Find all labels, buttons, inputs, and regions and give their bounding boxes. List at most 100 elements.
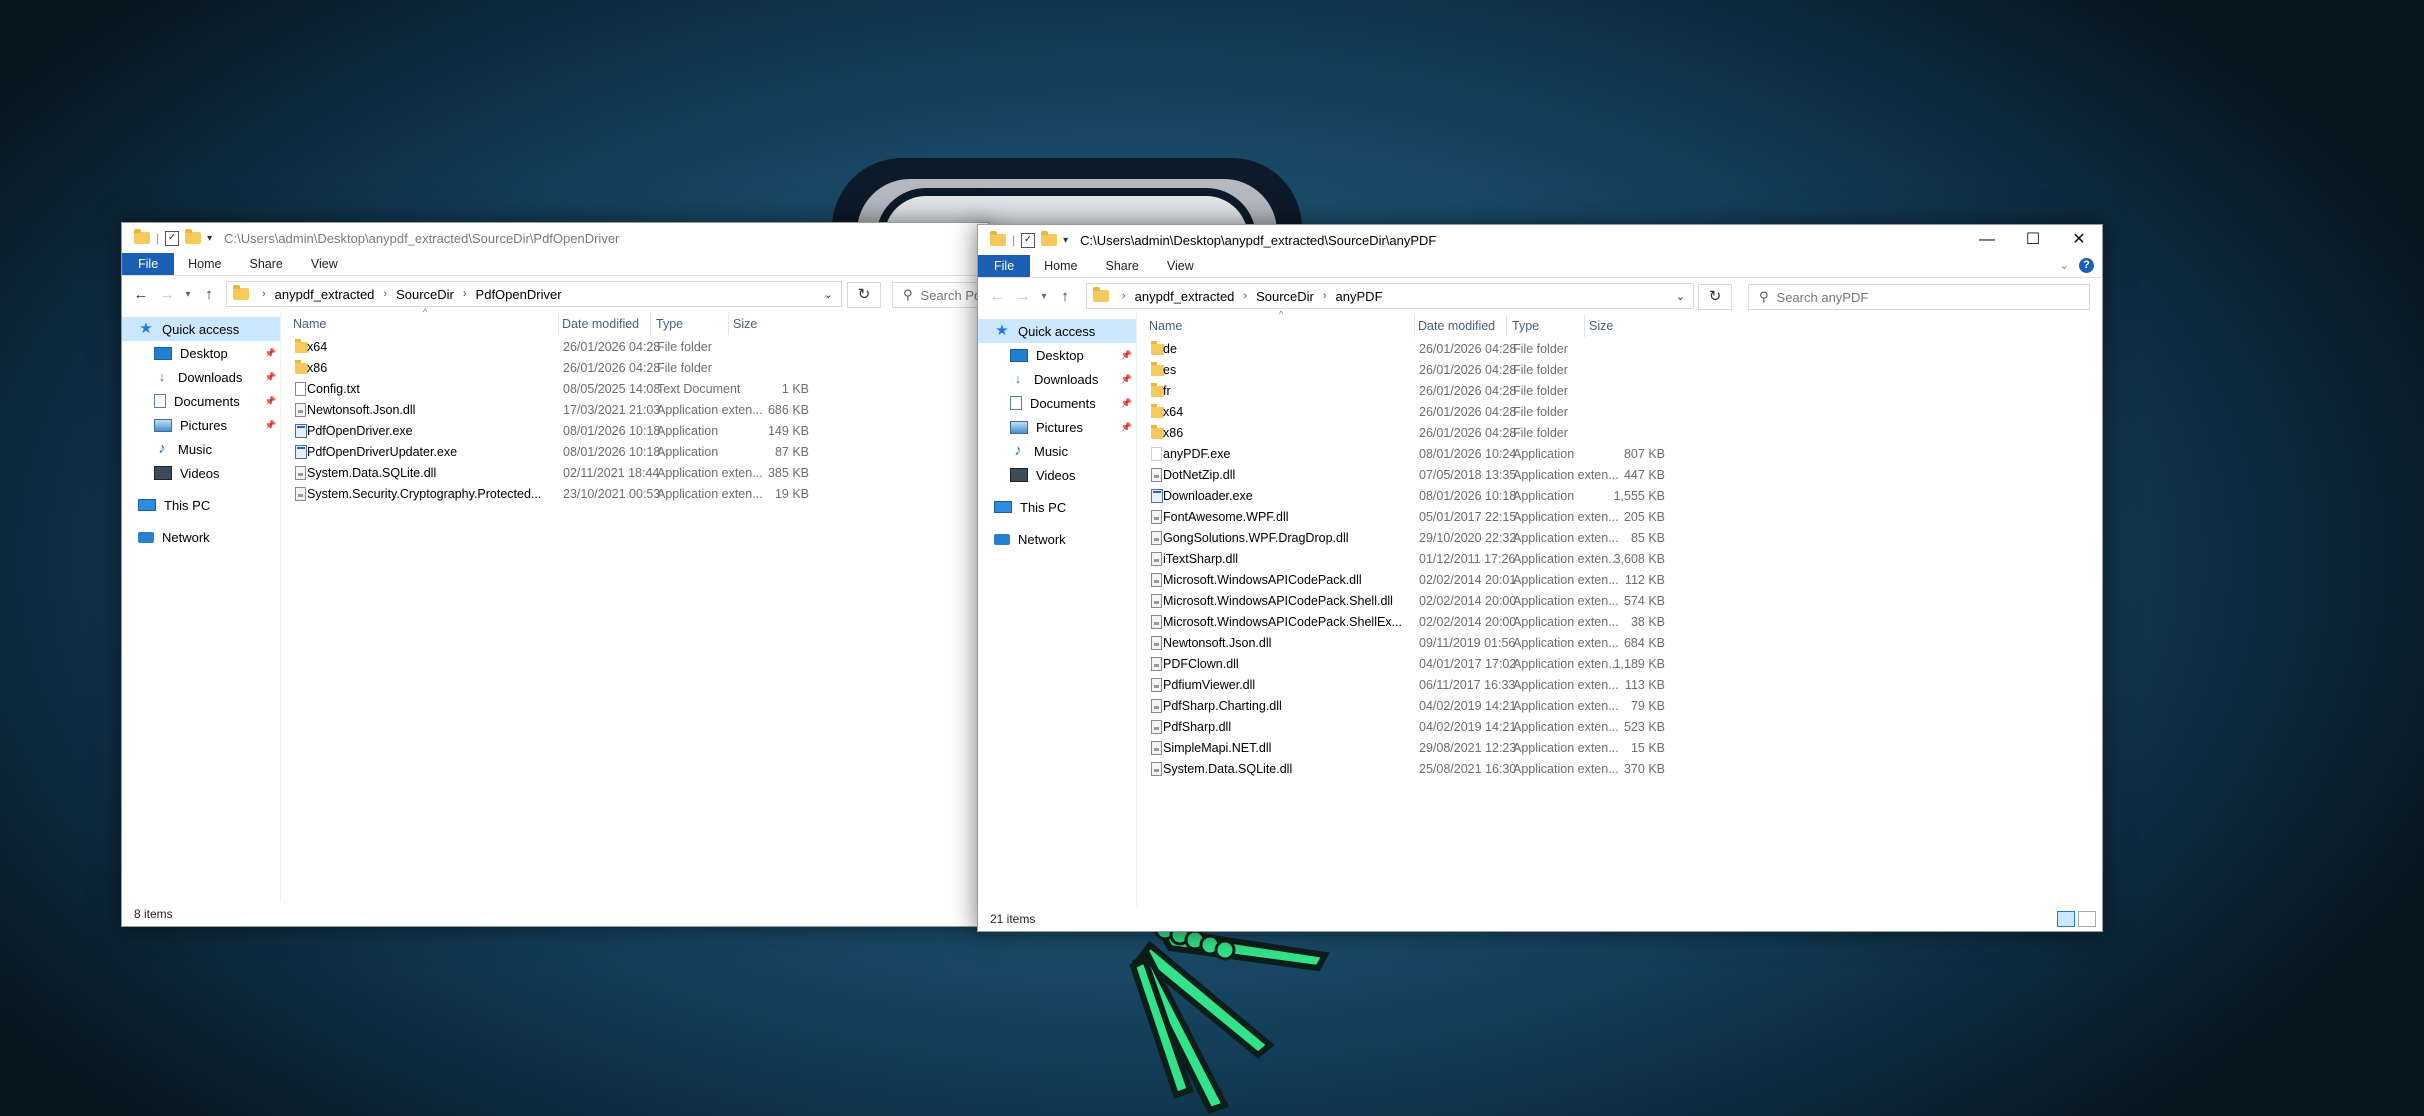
table-row[interactable]: DotNetZip.dll 07/05/2018 13:35 Application…: [1137, 465, 2102, 486]
search-input[interactable]: ⚲ Search PdfOpenDriver: [892, 282, 988, 308]
title-bar[interactable]: | ✓ ▾ C:\Users\admin\Desktop\anypdf_extr…: [978, 225, 2102, 255]
column-name[interactable]: Name: [293, 317, 326, 331]
table-row[interactable]: Config.txt 08/05/2025 14:08 Text Document 1…: [281, 379, 988, 400]
breadcrumb-separator-icon[interactable]: ›: [253, 288, 275, 300]
table-row[interactable]: PdfSharp.dll 04/02/2019 14:21 Application …: [1137, 717, 2102, 738]
table-row[interactable]: Microsoft.WindowsAPICodePack.ShellEx... 0…: [1137, 612, 2102, 633]
properties-icon[interactable]: ✓: [165, 230, 180, 246]
properties-icon[interactable]: ✓: [1021, 232, 1036, 248]
sidebar-item-pictures[interactable]: Pictures 📌: [122, 413, 280, 437]
customize-toolbar-icon[interactable]: ▾: [207, 233, 212, 244]
details-view-icon[interactable]: [2057, 911, 2075, 927]
minimize-icon[interactable]: —: [1964, 225, 2010, 255]
column-date-modified[interactable]: Date modified: [1418, 319, 1495, 333]
sidebar-item-music[interactable]: ♪ Music: [122, 437, 280, 461]
column-divider[interactable]: [558, 313, 559, 335]
sidebar-item-quick-access[interactable]: ★ Quick access: [978, 319, 1136, 343]
breadcrumb-item[interactable]: PdfOpenDriver: [476, 287, 562, 302]
sidebar-item-this-pc[interactable]: This PC: [978, 495, 1136, 519]
explorer-window-anypdf[interactable]: | ✓ ▾ C:\Users\admin\Desktop\anypdf_extr…: [977, 224, 2103, 932]
table-row[interactable]: de 26/01/2026 04:28 File folder: [1137, 339, 2102, 360]
tab-home[interactable]: Home: [1030, 255, 1091, 277]
recent-locations-chevron-icon[interactable]: ▾: [180, 289, 196, 300]
help-icon[interactable]: ?: [2079, 258, 2094, 273]
breadcrumb-separator-icon[interactable]: ›: [1314, 290, 1336, 302]
table-row[interactable]: System.Data.SQLite.dll 25/08/2021 16:30 Ap…: [1137, 759, 2102, 780]
column-name[interactable]: Name: [1149, 319, 1182, 333]
table-row[interactable]: x86 26/01/2026 04:28 File folder: [281, 358, 988, 379]
tab-share[interactable]: Share: [1092, 255, 1153, 277]
sidebar-item-documents[interactable]: Documents 📌: [122, 389, 280, 413]
sidebar-item-videos[interactable]: Videos: [122, 461, 280, 485]
sidebar-item-downloads[interactable]: ↓ Downloads 📌: [122, 365, 280, 389]
column-type[interactable]: Type: [656, 317, 683, 331]
search-input[interactable]: ⚲ Search anyPDF: [1748, 284, 2090, 310]
table-row[interactable]: Microsoft.WindowsAPICodePack.dll 02/02/20…: [1137, 570, 2102, 591]
breadcrumb-item[interactable]: anypdf_extracted: [275, 287, 375, 302]
chevron-down-icon[interactable]: ⌄: [1676, 290, 1685, 303]
breadcrumb-separator-icon[interactable]: ›: [1234, 290, 1256, 302]
table-row[interactable]: PdfOpenDriverUpdater.exe 08/01/2026 10:18…: [281, 442, 988, 463]
column-divider[interactable]: [1506, 315, 1507, 337]
refresh-button[interactable]: ↻: [847, 282, 881, 308]
back-arrow-icon[interactable]: ←: [984, 288, 1010, 305]
table-row[interactable]: SimpleMapi.NET.dll 29/08/2021 12:23 Applic…: [1137, 738, 2102, 759]
table-row[interactable]: Newtonsoft.Json.dll 09/11/2019 01:56 Appli…: [1137, 633, 2102, 654]
address-bar[interactable]: › anypdf_extracted › SourceDir › PdfOpen…: [226, 281, 842, 307]
table-row[interactable]: PdfOpenDriver.exe 08/01/2026 10:18 Applica…: [281, 421, 988, 442]
column-divider[interactable]: [1414, 315, 1415, 337]
breadcrumb-item[interactable]: anypdf_extracted: [1135, 289, 1235, 304]
close-icon[interactable]: ✕: [2056, 225, 2102, 255]
tab-view[interactable]: View: [1153, 255, 1208, 277]
column-type[interactable]: Type: [1512, 319, 1539, 333]
table-row[interactable]: iTextSharp.dll 01/12/2011 17:26 Applicatio…: [1137, 549, 2102, 570]
table-row[interactable]: System.Data.SQLite.dll 02/11/2021 18:44 Ap…: [281, 463, 988, 484]
forward-arrow-icon[interactable]: →: [154, 286, 180, 303]
sidebar-item-network[interactable]: Network: [978, 527, 1136, 551]
table-row[interactable]: Newtonsoft.Json.dll 17/03/2021 21:03 Appli…: [281, 400, 988, 421]
sidebar-item-desktop[interactable]: Desktop 📌: [978, 343, 1136, 367]
table-row[interactable]: x86 26/01/2026 04:28 File folder: [1137, 423, 2102, 444]
expand-ribbon-chevron-icon[interactable]: ⌄: [2060, 259, 2069, 272]
title-bar[interactable]: | ✓ ▾ C:\Users\admin\Desktop\anypdf_extr…: [122, 223, 988, 253]
address-bar[interactable]: › anypdf_extracted › SourceDir › anyPDF …: [1086, 283, 1694, 309]
recent-locations-chevron-icon[interactable]: ▾: [1036, 291, 1052, 302]
breadcrumb-separator-icon[interactable]: ›: [1113, 290, 1135, 302]
table-row[interactable]: System.Security.Cryptography.Protected..…: [281, 484, 988, 505]
tab-share[interactable]: Share: [236, 253, 297, 275]
column-size[interactable]: Size: [1589, 319, 1613, 333]
large-icons-view-icon[interactable]: [2078, 911, 2096, 927]
table-row[interactable]: GongSolutions.WPF.DragDrop.dll 29/10/2020…: [1137, 528, 2102, 549]
new-folder-icon[interactable]: [1041, 231, 1058, 246]
column-divider[interactable]: [650, 313, 651, 335]
up-arrow-icon[interactable]: ↑: [196, 286, 222, 303]
tab-view[interactable]: View: [297, 253, 352, 275]
refresh-button[interactable]: ↻: [1698, 284, 1732, 310]
sidebar-item-documents[interactable]: Documents 📌: [978, 391, 1136, 415]
sidebar-item-desktop[interactable]: Desktop 📌: [122, 341, 280, 365]
column-size[interactable]: Size: [733, 317, 757, 331]
table-row[interactable]: x64 26/01/2026 04:28 File folder: [1137, 402, 2102, 423]
up-arrow-icon[interactable]: ↑: [1052, 288, 1078, 305]
forward-arrow-icon[interactable]: →: [1010, 288, 1036, 305]
tab-file[interactable]: File: [122, 253, 175, 275]
sidebar-item-music[interactable]: ♪ Music: [978, 439, 1136, 463]
maximize-icon[interactable]: ☐: [2010, 225, 2056, 255]
table-row[interactable]: PdfSharp.Charting.dll 04/02/2019 14:21 App…: [1137, 696, 2102, 717]
column-divider[interactable]: [1584, 315, 1585, 337]
tab-home[interactable]: Home: [174, 253, 235, 275]
table-row[interactable]: x64 26/01/2026 04:28 File folder: [281, 337, 988, 358]
table-row[interactable]: FontAwesome.WPF.dll 05/01/2017 22:15 Appli…: [1137, 507, 2102, 528]
sidebar-item-pictures[interactable]: Pictures 📌: [978, 415, 1136, 439]
table-row[interactable]: es 26/01/2026 04:28 File folder: [1137, 360, 2102, 381]
breadcrumb-item[interactable]: SourceDir: [396, 287, 454, 302]
new-folder-icon[interactable]: [185, 229, 202, 244]
sidebar-item-this-pc[interactable]: This PC: [122, 493, 280, 517]
sidebar-item-network[interactable]: Network: [122, 525, 280, 549]
table-row[interactable]: PDFClown.dll 04/01/2017 17:02 Application …: [1137, 654, 2102, 675]
breadcrumb-separator-icon[interactable]: ›: [374, 288, 396, 300]
table-row[interactable]: fr 26/01/2026 04:28 File folder: [1137, 381, 2102, 402]
table-row[interactable]: Downloader.exe 08/01/2026 10:18 Applicatio…: [1137, 486, 2102, 507]
table-row[interactable]: PdfiumViewer.dll 06/11/2017 16:33 Applicat…: [1137, 675, 2102, 696]
breadcrumb-item[interactable]: SourceDir: [1256, 289, 1314, 304]
